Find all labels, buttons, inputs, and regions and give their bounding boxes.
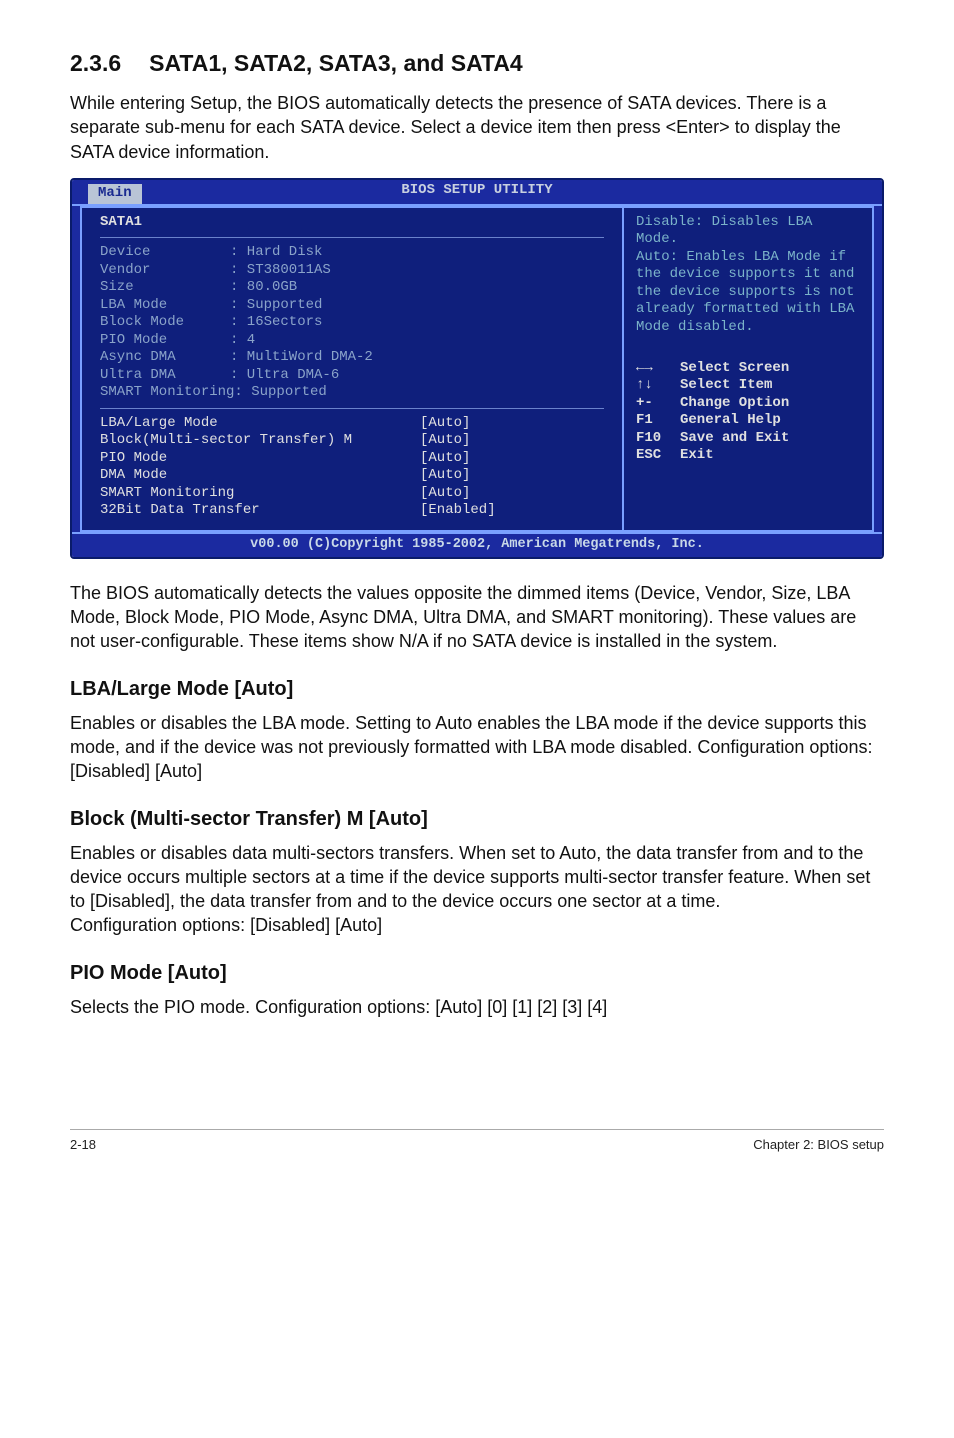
bios-nav-label: Select Item xyxy=(680,377,772,393)
bios-info-key: LBA Mode xyxy=(100,297,230,315)
bios-info-key: Size xyxy=(100,279,230,297)
bios-info-val: : MultiWord DMA-2 xyxy=(230,349,373,365)
bios-nav-key: ESC xyxy=(636,447,680,465)
page-footer: 2-18 Chapter 2: BIOS setup xyxy=(70,1129,884,1154)
bios-info-val: : 16Sectors xyxy=(230,314,322,330)
bios-info-key: Ultra DMA xyxy=(100,367,230,385)
bios-title-text: BIOS SETUP UTILITY xyxy=(401,182,552,198)
bios-nav-key: +- xyxy=(636,395,680,413)
bios-opt-key: PIO Mode xyxy=(100,450,420,468)
bios-opt-key: DMA Mode xyxy=(100,467,420,485)
bios-opt-key: 32Bit Data Transfer xyxy=(100,502,420,520)
bios-info-val: : Supported xyxy=(230,297,322,313)
section-heading: 2.3.6 SATA1, SATA2, SATA3, and SATA4 xyxy=(70,48,884,79)
lba-paragraph: Enables or disables the LBA mode. Settin… xyxy=(70,711,884,784)
section-title: SATA1, SATA2, SATA3, and SATA4 xyxy=(149,50,523,76)
pio-heading: PIO Mode [Auto] xyxy=(70,960,884,987)
chapter-label: Chapter 2: BIOS setup xyxy=(753,1136,884,1154)
bios-section-title: SATA1 xyxy=(100,214,604,232)
bios-opt-val: [Auto] xyxy=(420,415,470,431)
block-heading: Block (Multi-sector Transfer) M [Auto] xyxy=(70,806,884,833)
bios-opt-val: [Auto] xyxy=(420,432,470,448)
intro-paragraph: While entering Setup, the BIOS automatic… xyxy=(70,91,884,164)
bios-nav-label: Save and Exit xyxy=(680,430,789,446)
bios-opt-key: LBA/Large Mode xyxy=(100,415,420,433)
bios-nav-key: F1 xyxy=(636,412,680,430)
bios-info-key: Block Mode xyxy=(100,314,230,332)
bios-nav-label: Change Option xyxy=(680,395,789,411)
bios-opt-val: [Auto] xyxy=(420,485,470,501)
bios-footer: v00.00 (C)Copyright 1985-2002, American … xyxy=(72,532,882,557)
block-paragraph-2: Configuration options: [Disabled] [Auto] xyxy=(70,913,884,937)
bios-nav-label: General Help xyxy=(680,412,781,428)
bios-info-line: SMART Monitoring: Supported xyxy=(100,384,327,400)
bios-opt-val: [Enabled] xyxy=(420,502,496,518)
bios-nav-key: F10 xyxy=(636,430,680,448)
bios-info-val: : ST380011AS xyxy=(230,262,331,278)
bios-help-text: Disable: Disables LBA Mode. Auto: Enable… xyxy=(636,214,860,344)
bios-info-val: : Hard Disk xyxy=(230,244,322,260)
bios-info-val: : 4 xyxy=(230,332,255,348)
pio-paragraph: Selects the PIO mode. Configuration opti… xyxy=(70,995,884,1019)
bios-nav-label: Select Screen xyxy=(680,360,789,376)
bios-nav-key: ↑↓ xyxy=(636,377,680,395)
bios-tab-main: Main xyxy=(88,184,142,204)
lba-heading: LBA/Large Mode [Auto] xyxy=(70,676,884,703)
bios-opt-val: [Auto] xyxy=(420,450,470,466)
bios-info-val: : 80.0GB xyxy=(230,279,297,295)
post-bios-paragraph: The BIOS automatically detects the value… xyxy=(70,581,884,654)
bios-nav-label: Exit xyxy=(680,447,714,463)
bios-info-key: Async DMA xyxy=(100,349,230,367)
bios-help-panel: Disable: Disables LBA Mode. Auto: Enable… xyxy=(624,206,874,532)
bios-opt-val: [Auto] xyxy=(420,467,470,483)
bios-nav-key: ←→ xyxy=(636,360,680,378)
bios-screenshot: Main BIOS SETUP UTILITY SATA1 Device: Ha… xyxy=(70,178,884,559)
bios-info-val: : Ultra DMA-6 xyxy=(230,367,339,383)
bios-info-key: PIO Mode xyxy=(100,332,230,350)
bios-opt-key: Block(Multi-sector Transfer) M xyxy=(100,432,420,450)
bios-main-panel: SATA1 Device: Hard Disk Vendor: ST380011… xyxy=(80,206,624,532)
page-number: 2-18 xyxy=(70,1136,96,1154)
bios-info-key: Device xyxy=(100,244,230,262)
bios-info-key: Vendor xyxy=(100,262,230,280)
section-number: 2.3.6 xyxy=(70,48,121,79)
bios-titlebar: Main BIOS SETUP UTILITY xyxy=(72,180,882,204)
block-paragraph-1: Enables or disables data multi-sectors t… xyxy=(70,841,884,914)
bios-opt-key: SMART Monitoring xyxy=(100,485,420,503)
